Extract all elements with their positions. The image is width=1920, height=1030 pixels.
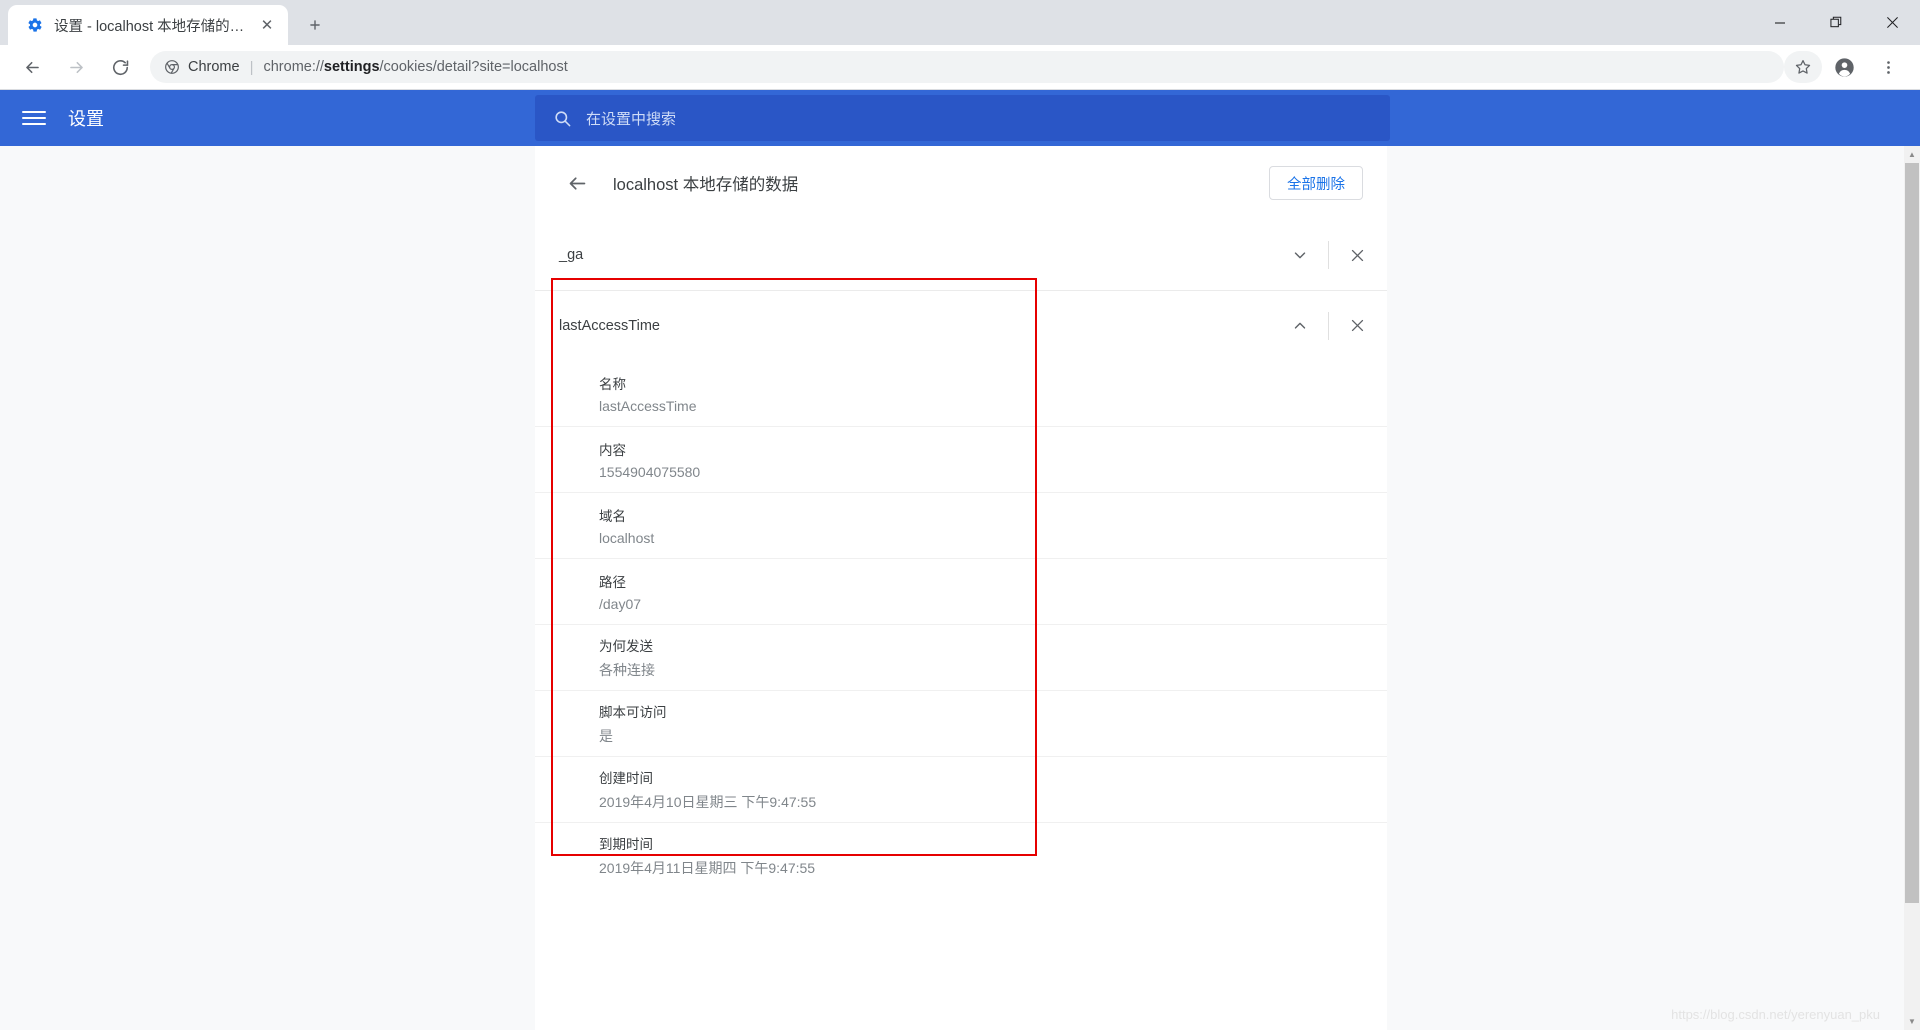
detail-row: 为何发送 各种连接 [535,624,1387,690]
forward-icon[interactable] [57,48,95,86]
url-bold: settings [323,59,380,75]
restore-button[interactable] [1808,0,1864,45]
back-icon[interactable] [13,48,51,86]
profile-avatar-icon[interactable] [1825,48,1863,86]
settings-search-input[interactable]: 在设置中搜索 [535,95,1390,141]
chevron-down-icon[interactable] [1280,235,1320,275]
detail-value: 各种连接 [599,662,655,678]
gear-icon [26,16,44,34]
hamburger-menu-icon[interactable] [22,106,46,130]
detail-label: 脚本可访问 [599,705,667,720]
detail-value: /day07 [599,596,642,612]
browser-toolbar: Chrome | chrome://settings/cookies/detai… [0,45,1920,90]
scrollbar-thumb[interactable] [1905,163,1919,903]
window-controls [1752,0,1920,45]
minimize-button[interactable] [1752,0,1808,45]
chrome-chip-label: Chrome [188,59,240,75]
delete-all-button[interactable]: 全部删除 [1269,166,1363,200]
settings-title: 设置 [68,109,104,129]
detail-value: 1554904075580 [599,464,701,480]
chevron-up-icon[interactable] [1280,306,1320,346]
browser-window: 设置 - localhost 本地存储的数据 ✕ Chrome | chrome… [0,0,1920,1030]
cookie-name: lastAccessTime [559,317,660,334]
detail-value: 是 [599,728,613,744]
detail-row: 路径 /day07 [535,558,1387,624]
detail-row: 到期时间 2019年4月11日星期四 下午9:47:55 [535,822,1387,888]
settings-page: 设置 在设置中搜索 localhost 本地存储的数据 全部删除 _ga las… [0,90,1920,1030]
page-title: localhost 本地存储的数据 [613,176,799,194]
cookie-detail-card: localhost 本地存储的数据 全部删除 _ga lastAccessTim… [535,146,1387,1030]
detail-label: 内容 [599,443,626,458]
cookie-row[interactable]: _ga [535,220,1387,290]
bookmark-button[interactable] [1784,51,1822,83]
detail-value: 2019年4月11日星期四 下午9:47:55 [599,860,816,876]
remove-cookie-icon[interactable] [1337,235,1377,275]
detail-label: 域名 [599,509,626,524]
tab-strip: 设置 - localhost 本地存储的数据 ✕ [0,0,1920,45]
card-header: localhost 本地存储的数据 全部删除 [535,146,1387,220]
tab-title: 设置 - localhost 本地存储的数据 [54,18,256,35]
remove-cookie-icon[interactable] [1337,306,1377,346]
reload-icon[interactable] [101,48,139,86]
three-dot-menu-icon[interactable] [1869,48,1907,86]
new-tab-button[interactable] [298,8,332,42]
detail-label: 为何发送 [599,639,653,654]
chrome-scheme-chip: Chrome [164,59,240,75]
settings-body: localhost 本地存储的数据 全部删除 _ga lastAccessTim… [0,146,1920,1030]
scroll-up-arrow-icon[interactable]: ▲ [1904,146,1920,163]
tab-close-icon[interactable]: ✕ [256,14,278,36]
detail-row: 内容 1554904075580 [535,426,1387,492]
url-suffix: /cookies/detail?site=localhost [379,59,568,75]
detail-label: 到期时间 [599,837,653,852]
omnibox-separator: | [249,58,254,76]
row-divider [1328,241,1329,269]
detail-value: lastAccessTime [599,397,697,414]
settings-header: 设置 在设置中搜索 [0,90,1920,146]
url-prefix: chrome:// [263,59,324,75]
url-text: chrome://settings/cookies/detail?site=lo… [263,59,567,75]
detail-value: localhost [599,530,655,546]
cookie-row[interactable]: lastAccessTime [535,290,1387,360]
detail-label: 名称 [599,376,626,392]
back-arrow-icon[interactable] [559,165,595,201]
watermark: https://blog.csdn.net/yerenyuan_pku [1671,1007,1880,1022]
browser-tab[interactable]: 设置 - localhost 本地存储的数据 ✕ [8,5,288,45]
detail-label: 创建时间 [599,771,653,786]
detail-row: 名称 lastAccessTime [535,360,1387,426]
detail-row: 脚本可访问 是 [535,690,1387,756]
close-button[interactable] [1864,0,1920,45]
cookie-name: _ga [559,247,584,263]
scroll-down-arrow-icon[interactable]: ▼ [1904,1013,1920,1030]
search-placeholder: 在设置中搜索 [586,110,677,128]
scrollbar-track[interactable] [1904,163,1920,1013]
detail-label: 路径 [599,575,626,590]
detail-row: 域名 localhost [535,492,1387,558]
row-divider [1328,311,1329,340]
address-bar[interactable]: Chrome | chrome://settings/cookies/detai… [150,51,1784,83]
detail-value: 2019年4月10日星期三 下午9:47:55 [599,794,817,810]
chrome-logo-icon [164,59,180,75]
detail-row: 创建时间 2019年4月10日星期三 下午9:47:55 [535,756,1387,822]
search-icon [553,109,572,128]
page-scrollbar[interactable]: ▲ ▼ [1904,146,1920,1030]
